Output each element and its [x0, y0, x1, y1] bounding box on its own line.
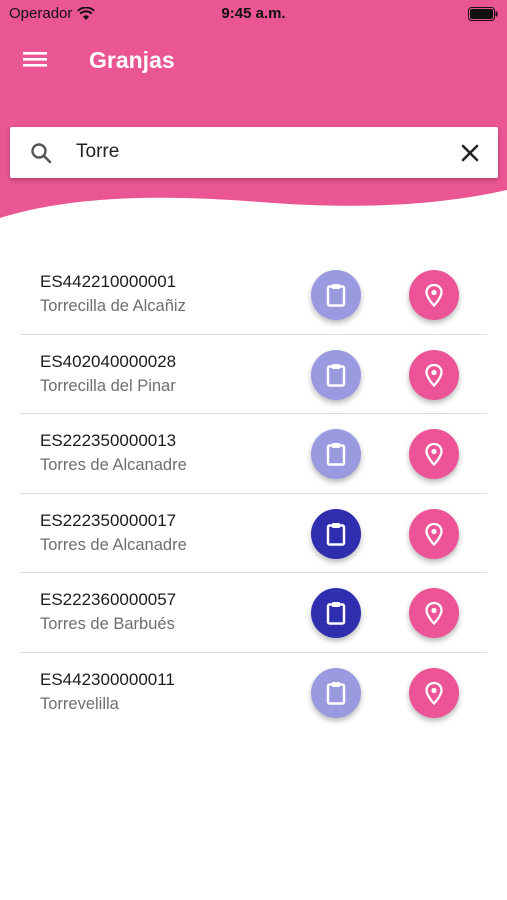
list-item[interactable]: ES442300000011 Torrevelilla: [20, 653, 487, 733]
farm-code: ES222360000057: [40, 590, 177, 609]
farm-name: Torres de Alcanadre: [40, 535, 187, 554]
clipboard-icon: [326, 681, 346, 705]
farm-name: Torrevelilla: [40, 694, 119, 713]
location-button[interactable]: [409, 588, 459, 638]
clipboard-icon: [326, 522, 346, 546]
clipboard-icon: [326, 363, 346, 387]
search-icon[interactable]: [29, 141, 53, 165]
status-time: 9:45 a.m.: [221, 5, 286, 22]
app-bar: Granjas: [0, 36, 507, 84]
hamburger-menu-icon[interactable]: [20, 46, 50, 72]
farm-code: ES222350000013: [40, 431, 177, 450]
location-button[interactable]: [409, 349, 459, 400]
clipboard-button[interactable]: [311, 270, 361, 320]
location-pin-icon: [425, 681, 443, 705]
list-item[interactable]: ES442210000001 Torrecilla de Alcañiz: [20, 255, 487, 335]
header-wave: [0, 0, 507, 218]
farm-name: Torres de Barbués: [40, 615, 175, 633]
list-item[interactable]: ES402040000028 Torrecilla del Pinar: [20, 335, 487, 414]
farm-code: ES402040000028: [40, 351, 177, 371]
clipboard-icon: [326, 602, 346, 625]
list-item[interactable]: ES222350000013 Torres de Alcanadre: [20, 414, 487, 494]
location-button[interactable]: [409, 429, 459, 479]
location-button[interactable]: [409, 508, 459, 559]
location-pin-icon: [425, 283, 443, 308]
clipboard-button[interactable]: [311, 508, 361, 559]
search-bar: [10, 127, 498, 178]
clipboard-icon: [326, 443, 346, 466]
farm-code: ES222350000017: [40, 510, 177, 530]
clipboard-button[interactable]: [311, 429, 361, 479]
farm-name: Torres de Alcanadre: [40, 456, 187, 474]
clipboard-button[interactable]: [311, 667, 361, 718]
location-pin-icon: [425, 601, 443, 626]
list-item[interactable]: ES222360000057 Torres de Barbués: [20, 573, 487, 653]
farm-code: ES442300000011: [40, 669, 175, 689]
farm-name: Torrecilla del Pinar: [40, 376, 176, 395]
close-icon[interactable]: [458, 141, 482, 165]
farm-name: Torrecilla de Alcañiz: [40, 297, 186, 315]
clipboard-button[interactable]: [311, 588, 361, 638]
clipboard-button[interactable]: [311, 349, 361, 400]
page-title: Granjas: [89, 47, 175, 73]
farm-list: ES442210000001 Torrecilla de Alcañiz ES4…: [20, 255, 487, 732]
location-button[interactable]: [409, 667, 459, 718]
farm-code: ES442210000001: [40, 272, 177, 291]
location-pin-icon: [425, 522, 443, 546]
list-item[interactable]: ES222350000017 Torres de Alcanadre: [20, 494, 487, 573]
status-bar: Operador 9:45 a.m.: [0, 0, 507, 28]
battery-icon: [468, 7, 498, 21]
location-button[interactable]: [409, 270, 459, 320]
location-pin-icon: [425, 442, 443, 467]
clipboard-icon: [326, 284, 346, 307]
location-pin-icon: [425, 363, 443, 387]
search-input[interactable]: [76, 135, 446, 169]
